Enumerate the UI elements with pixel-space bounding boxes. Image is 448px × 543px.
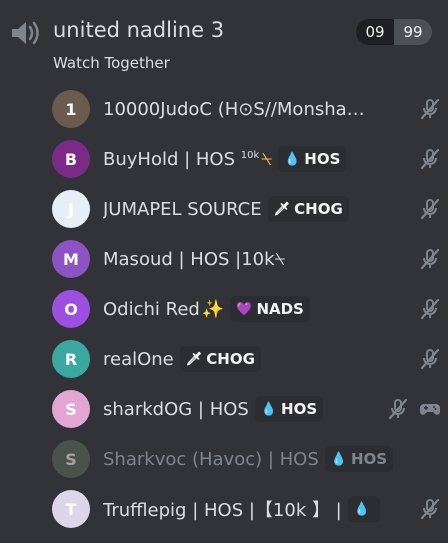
voice-user-row[interactable]: O Odichi Red ✨ 💜 NADS	[48, 286, 442, 332]
voice-user-row[interactable]: 1 10000JudoC (H⊙S//Monsha…	[48, 86, 442, 132]
clan-tag-icon: 💧	[353, 501, 370, 517]
voice-user-row[interactable]: SsharkdOG | HOS 💧 HOS	[48, 386, 442, 432]
clan-tag-badge[interactable]: 💜 NADS	[230, 296, 310, 322]
avatar[interactable]: T	[52, 490, 90, 528]
voice-user-row[interactable]: RrealOne 🗡 CHOG	[48, 336, 442, 382]
avatar[interactable]: B	[52, 140, 90, 178]
clan-tag-icon: 🗡	[185, 351, 203, 367]
user-limit-badge: 09 99	[356, 19, 432, 45]
muted-mic-icon	[418, 147, 442, 171]
name-emoji: ✨	[201, 298, 225, 320]
user-status-icons	[418, 197, 442, 221]
muted-mic-icon	[418, 97, 442, 121]
user-count: 09	[356, 19, 394, 45]
voice-user-row[interactable]: S Sharkvoc (Havoc) | HOS 💧 HOS	[48, 436, 442, 482]
username: Trufflepig | HOS |【10k 】 |	[103, 500, 342, 521]
username: JUMAPEL SOURCE	[103, 198, 262, 220]
voice-user-row[interactable]: B BuyHold | HOS 10k ⍀ 💧 HOS	[48, 136, 442, 182]
clan-tag-badge[interactable]: 💧 HOS	[324, 446, 394, 472]
clan-tag-badge[interactable]: 💧 HOS	[254, 396, 324, 422]
user-limit: 99	[394, 19, 432, 45]
voice-user-row[interactable]: J JUMAPEL SOURCE 🗡 CHOG	[48, 186, 442, 232]
username: Masoud | HOS |10k⍀	[103, 248, 286, 270]
username: sharkdOG | HOS	[103, 398, 249, 420]
voice-channel-header[interactable]: united nadline 3 09 99 Watch Together	[0, 0, 448, 80]
clan-tag-badge[interactable]: 💧	[347, 496, 380, 522]
voice-user-row[interactable]: M Masoud | HOS |10k⍀	[48, 236, 442, 282]
user-status-icons	[418, 497, 442, 521]
speaker-icon	[12, 21, 39, 45]
clan-tag-icon: 💜	[236, 301, 253, 317]
avatar[interactable]: M	[52, 240, 90, 278]
muted-mic-icon	[418, 297, 442, 321]
user-status-icons	[418, 247, 442, 271]
username: realOne	[103, 348, 174, 370]
user-status-icons	[418, 97, 442, 121]
gamepad-icon	[418, 397, 442, 421]
muted-mic-icon	[386, 397, 410, 421]
username: Sharkvoc (Havoc) | HOS	[103, 448, 319, 470]
avatar[interactable]: R	[52, 340, 90, 378]
muted-mic-icon	[418, 347, 442, 371]
username: 10000JudoC (H⊙S//Monsha…	[103, 98, 365, 120]
clan-tag-badge[interactable]: 🗡 CHOG	[179, 346, 261, 372]
avatar[interactable]: O	[52, 290, 90, 328]
channel-activity[interactable]: Watch Together	[53, 54, 170, 72]
user-status-icons	[418, 347, 442, 371]
clan-tag-badge[interactable]: 🗡 CHOG	[267, 196, 349, 222]
muted-mic-icon	[418, 197, 442, 221]
muted-mic-icon	[418, 497, 442, 521]
muted-mic-icon	[418, 247, 442, 271]
username: BuyHold | HOS 10k ⍀	[103, 148, 273, 170]
avatar[interactable]: 1	[52, 90, 90, 128]
voice-user-row[interactable]: T Trufflepig | HOS |【10k 】 | 💧	[48, 486, 442, 532]
clan-tag-badge[interactable]: 💧 HOS	[278, 146, 347, 172]
username: Odichi Red ✨	[103, 298, 225, 320]
avatar[interactable]: J	[52, 190, 90, 228]
avatar[interactable]: S	[52, 440, 90, 478]
user-status-icons	[418, 147, 442, 171]
clan-tag-icon: 💧	[330, 451, 347, 467]
clan-tag-icon: 🗡	[273, 201, 291, 217]
avatar[interactable]: S	[52, 390, 90, 428]
channel-name: united nadline 3	[53, 18, 225, 42]
name-emoji: ⍀	[261, 148, 273, 170]
user-status-icons	[386, 397, 442, 421]
clan-tag-icon: 💧	[260, 401, 278, 417]
clan-tag-icon: 💧	[284, 151, 301, 167]
user-status-icons	[418, 297, 442, 321]
